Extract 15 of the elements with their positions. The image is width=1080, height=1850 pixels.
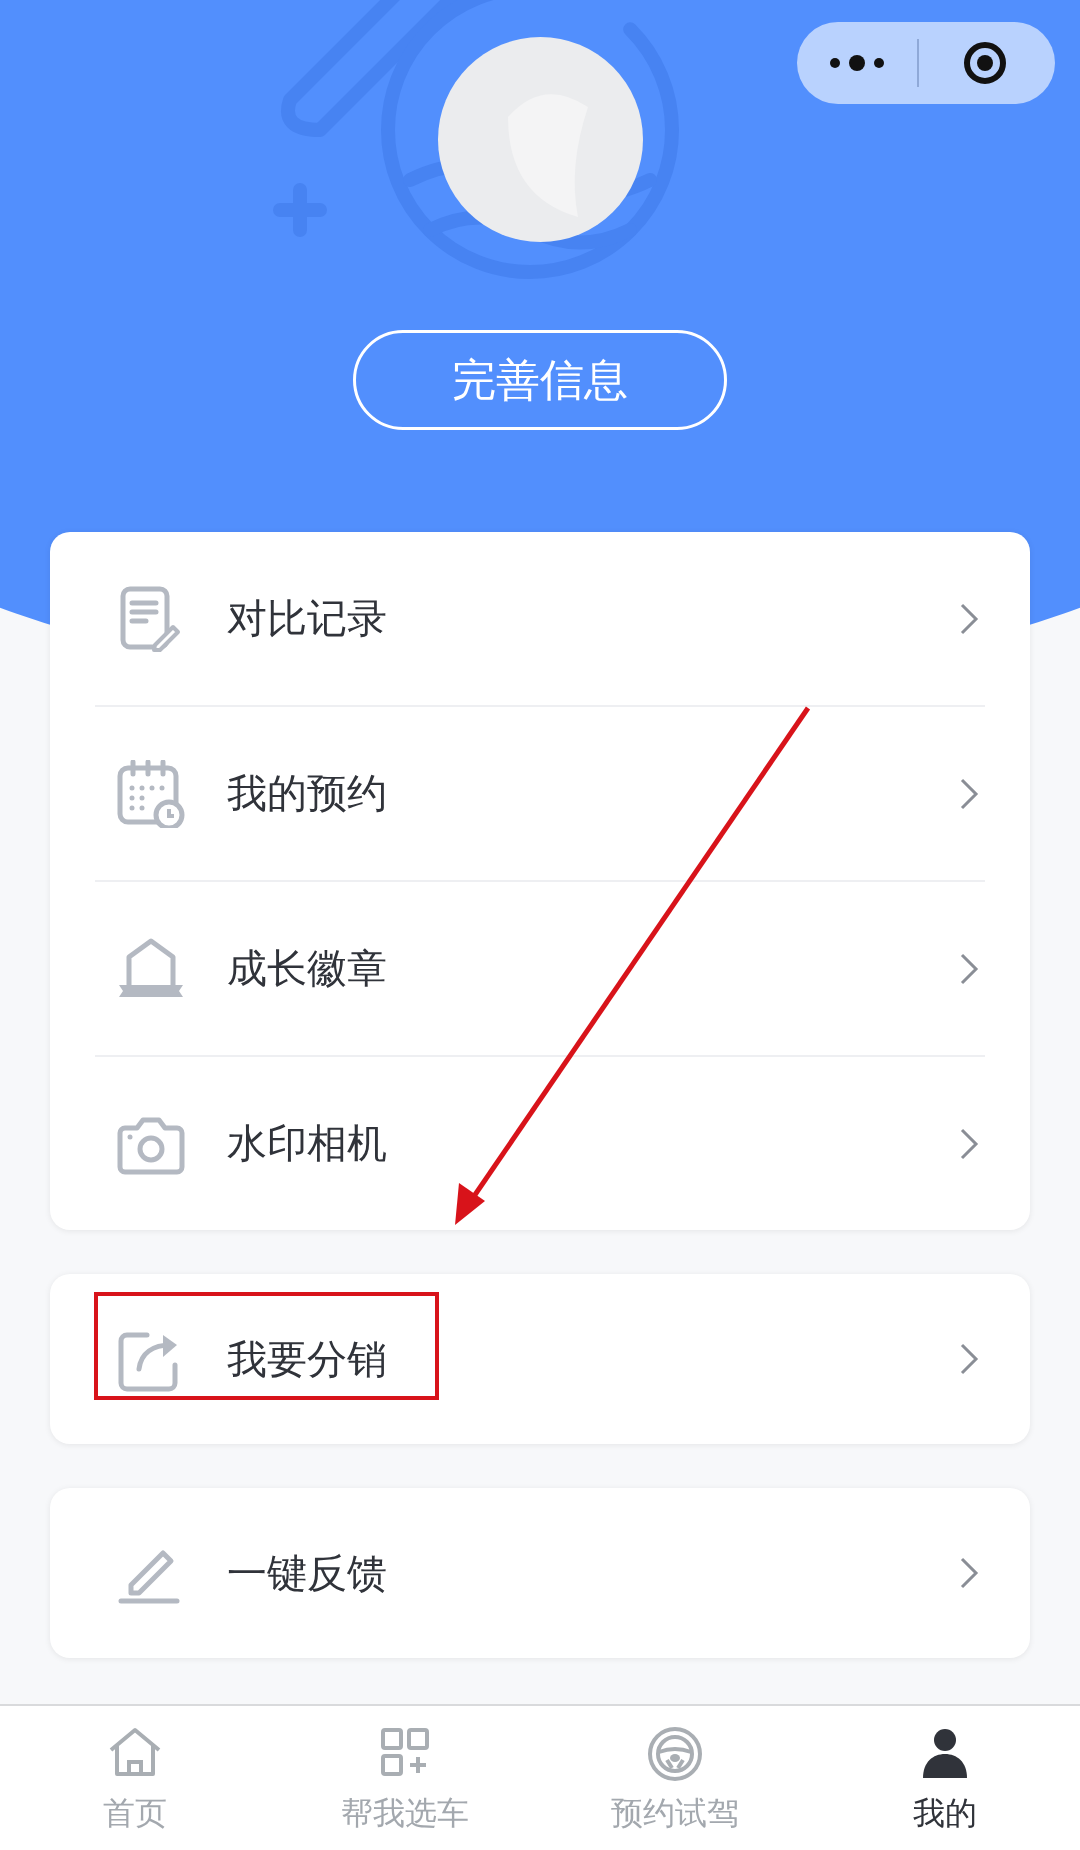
- tab-label: 预约试驾: [611, 1793, 739, 1834]
- chevron-right-icon: [959, 1555, 979, 1591]
- tab[interactable]: 我的: [810, 1706, 1080, 1850]
- tab-label: 帮我选车: [341, 1793, 469, 1834]
- menu-item[interactable]: 我的预约: [95, 707, 985, 882]
- menu-item[interactable]: 水印相机: [95, 1057, 985, 1230]
- calendar-clock-icon: [117, 759, 185, 828]
- menu-item[interactable]: 成长徽章: [95, 882, 985, 1057]
- menu-item[interactable]: 对比记录: [95, 532, 985, 707]
- menu-item[interactable]: 我要分销: [95, 1274, 985, 1444]
- menu-item[interactable]: 一键反馈: [95, 1488, 985, 1658]
- tab-label: 首页: [103, 1793, 167, 1834]
- tab-label: 我的: [913, 1793, 977, 1834]
- chevron-right-icon: [959, 1341, 979, 1377]
- steering-wheel-icon: [645, 1724, 705, 1784]
